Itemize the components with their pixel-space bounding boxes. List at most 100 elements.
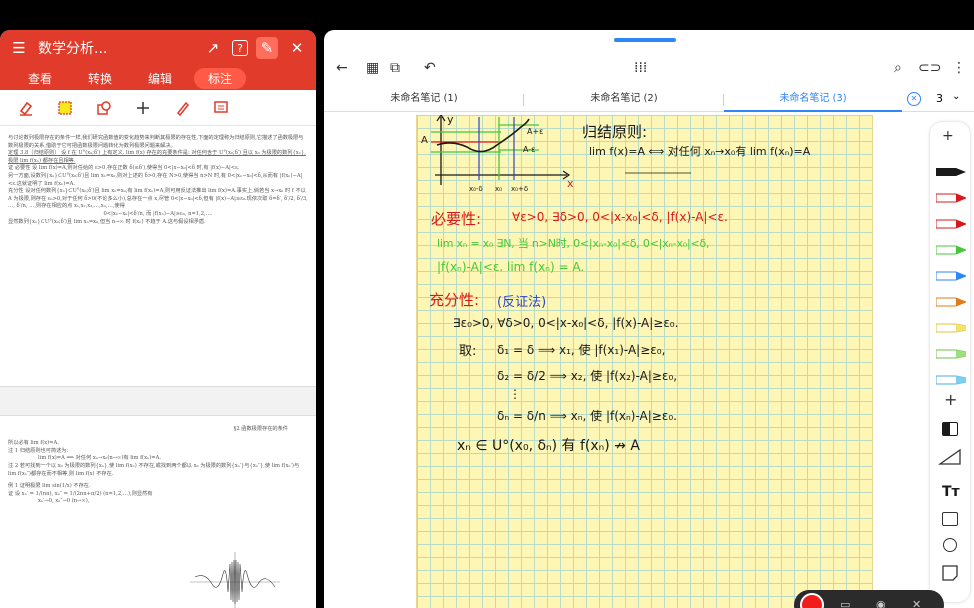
eraser-icon[interactable] <box>942 422 958 436</box>
toggle-icon[interactable]: ⊂⊃ <box>918 60 941 76</box>
sin-graph-figure <box>190 552 280 608</box>
note-tabs: 未命名笔记 (1) 未命名笔记 (2) 未命名笔记 (3) ✕ 3 ⌄ <box>324 88 974 112</box>
recording-bar: ▭ ◉ ✕ <box>794 590 944 608</box>
help-icon[interactable]: ? <box>232 40 248 56</box>
search-icon[interactable]: ⌕ <box>894 60 902 76</box>
tab-note-1[interactable]: 未命名笔记 (1) <box>324 88 524 112</box>
graph-label-x0-plus: x₀+δ <box>511 185 529 193</box>
annotation-toolbar <box>0 90 316 126</box>
close-tab-icon[interactable]: ✕ <box>907 92 921 106</box>
lasso-icon[interactable] <box>943 538 957 552</box>
highlight-box-icon[interactable] <box>45 94 84 122</box>
folder-icon[interactable]: ▭ <box>840 598 850 608</box>
pen-orange-icon[interactable] <box>936 296 966 308</box>
pen-toolbar: + + Tт <box>930 122 970 602</box>
paragraph: 显然数列{xₙ}⊂U°(x₀;δ′)且 lim xₙ=x₀,但当 n→∞ 时 f… <box>8 218 206 225</box>
paragraph: 注 2 若可找到一个以 x₀ 为极限的数列{xₙ},使 lim f(xₙ) 不存… <box>8 463 300 477</box>
green-line-1: lim xₙ = x₀ ∃N, 当 n>N时, 0<|xₙ-x₀|<δ, 0<|… <box>437 237 710 250</box>
necessity-heading: 必要性: <box>431 210 482 228</box>
necessity-line: ∀ε>0, ∃δ>0, 0<|x-x₀|<δ, |f(x)-A|<ε. <box>512 210 728 224</box>
paragraph: xₙ′→0, xₙ″→0 (n→∞), <box>38 498 90 505</box>
page-separator <box>0 386 316 416</box>
notes-canvas[interactable]: y x A A+ε A-ε x₀-δ x₀ x₀+δ 归结原则: lim f(x… <box>416 113 873 608</box>
sufficiency-heading: 充分性: <box>429 291 480 309</box>
principle-line: lim f(x)=A ⟺ 对任何 xₙ→x₀有 lim f(xₙ)=A <box>589 145 811 158</box>
pen-red-icon[interactable] <box>936 192 966 204</box>
more-icon[interactable]: ⋮ <box>952 60 966 76</box>
add-pen-button[interactable]: + <box>942 128 954 144</box>
notes-toolbar: ← ▦ ⧉ ↶ ⁞⁞⁞ ⌕ ⊂⊃ ⋮ <box>324 52 974 88</box>
comment-icon[interactable] <box>201 94 240 122</box>
paragraph: 与讨论数列极限存在的条件一样,我们研究函数值的变化趋势来判断其极限的存在性,下面… <box>8 135 304 149</box>
document-page-2: §2 函数极限存在的条件 所以必有 lim f(x)=A. 注 1 归结原则也可… <box>0 420 316 608</box>
page-count[interactable]: 3 <box>936 92 943 105</box>
graph-label-x: x <box>567 177 574 190</box>
tab-note-3[interactable]: 未命名笔记 (3) <box>724 88 902 112</box>
proof-take: 取: <box>459 344 477 359</box>
paragraph: 充分性 设对任何数列{xₙ}⊂U°(x₀;δ′)且 lim xₙ=x₀,有 li… <box>8 188 308 210</box>
proof-line-4: ⋮ <box>509 387 521 401</box>
notes-app-window: ← ▦ ⧉ ↶ ⁞⁞⁞ ⌕ ⊂⊃ ⋮ 未命名笔记 (1) 未命名笔记 (2) 未… <box>324 30 974 608</box>
pen-black-icon[interactable] <box>936 166 966 178</box>
graph-label-a-plus-eps: A+ε <box>527 127 544 136</box>
status-bar <box>0 0 974 30</box>
tab-convert[interactable]: 转换 <box>74 68 126 89</box>
tab-view[interactable]: 查看 <box>14 68 66 89</box>
back-arrow-icon[interactable]: ← <box>336 60 348 76</box>
highlighter-green-icon[interactable] <box>936 348 966 360</box>
tab-edit[interactable]: 编辑 <box>134 68 186 89</box>
proof-line-5: δₙ = δ/n ⟹ xₙ, 使 |f(xₙ)-A|≥ε₀. <box>497 409 677 423</box>
paragraph: 另一方面,设数列{xₙ}⊂U°(x₀;δ′)且 lim xₙ=x₀,则对上述的 … <box>8 172 303 187</box>
paragraph: 例 1 证明极限 lim sin(1/x) 不存在. <box>8 482 91 489</box>
graph-label-x0-minus: x₀-δ <box>469 185 483 193</box>
document-page-1: 与讨论数列极限存在的条件一样,我们研究函数值的变化趋势来判断其极限的存在性,下面… <box>0 127 316 387</box>
pen-green-icon[interactable] <box>936 244 966 256</box>
text-tool-icon[interactable]: Tт <box>942 484 960 500</box>
graph-label-a: A <box>421 135 428 146</box>
graph-sketch <box>431 115 691 185</box>
proof-line-2: δ₁ = δ ⟹ x₁, 使 |f(x₁)-A|≥ε₀, <box>497 343 666 357</box>
shape-icon[interactable] <box>84 94 123 122</box>
close-icon[interactable]: ✕ <box>286 37 308 59</box>
graph-label-y: y <box>447 113 454 126</box>
undo-icon[interactable]: ↶ <box>424 60 436 76</box>
export-icon[interactable]: ⧉ <box>390 60 400 76</box>
grid-view-icon[interactable]: ▦ <box>366 60 379 76</box>
share-icon[interactable]: ↗ <box>202 37 224 59</box>
highlighter-blue-icon[interactable] <box>936 374 966 386</box>
note-title: 归结原则: <box>582 123 648 141</box>
proof-line-1: ∃ε₀>0, ∀δ>0, 0<|x-x₀|<δ, |f(x)-A|≥ε₀. <box>453 316 679 330</box>
menu-icon[interactable]: ☰ <box>8 37 30 59</box>
close-recording-icon[interactable]: ✕ <box>912 598 921 608</box>
proof-line-6: xₙ ∈ U°(x₀, δₙ) 有 f(xₙ) ↛ A <box>457 438 640 454</box>
ruler-icon[interactable] <box>938 448 962 466</box>
tab-annotate[interactable]: 标注 <box>194 67 247 89</box>
paragraph: 所以必有 lim f(x)=A. <box>8 439 59 446</box>
highlighter-yellow-icon[interactable] <box>936 322 966 334</box>
record-button[interactable] <box>800 593 824 608</box>
annotate-pen-icon[interactable]: ✎ <box>256 37 278 59</box>
tab-note-2[interactable]: 未命名笔记 (2) <box>524 88 724 112</box>
window-drag-handle[interactable] <box>614 38 676 42</box>
theorem-paragraph: 定理 3.8（归结原则） 设 f 在 U°(x₀;δ′) 上有定义. lim f… <box>8 150 306 164</box>
graph-label-a-minus-eps: A-ε <box>523 145 536 154</box>
eraser-icon[interactable] <box>6 94 45 122</box>
pen-blue-icon[interactable] <box>936 270 966 282</box>
add-tool-button[interactable]: + <box>944 390 957 409</box>
apps-grid-icon[interactable]: ⁞⁞⁞ <box>634 60 647 76</box>
reader-header: ☰ 数学分析... ↗ ? ✎ ✕ 查看 转换 编辑 标注 <box>0 30 316 90</box>
proof-line-3: δ₂ = δ/2 ⟹ x₂, 使 |f(x₂)-A|≥ε₀, <box>497 369 678 383</box>
green-line-2: |f(xₙ)-A|<ε. lim f(xₙ) = A. <box>437 260 585 274</box>
formula: 0<|xₙ−x₀|<δ′/n, 而 |f(xₙ)−A|≥ε₀, n=1,2,…. <box>103 210 213 217</box>
pen-red2-icon[interactable] <box>936 218 966 230</box>
image-icon[interactable] <box>942 512 958 526</box>
plus-icon[interactable] <box>123 94 162 122</box>
page-header: §2 函数极限存在的条件 <box>233 426 288 432</box>
paragraph: 证 必要性 设 lim f(x)=A,则对任给的 ε>0,存在正数 δ(≤δ′)… <box>8 165 240 172</box>
sufficiency-note: (反证法) <box>497 295 547 310</box>
sticky-note-icon[interactable] <box>941 564 959 582</box>
chevron-down-icon[interactable]: ⌄ <box>952 91 960 102</box>
camera-icon[interactable]: ◉ <box>876 598 886 608</box>
graph-label-x0: x₀ <box>495 185 502 193</box>
pen-icon[interactable] <box>162 94 201 122</box>
